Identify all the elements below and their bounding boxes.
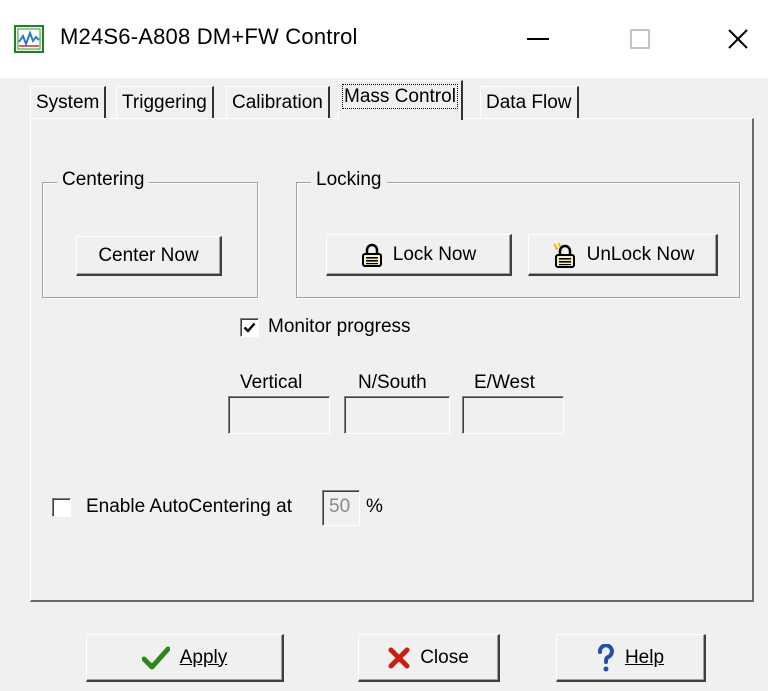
oscilloscope-app-icon [14,24,44,54]
question-mark-icon [597,643,614,671]
tab-mass-control[interactable]: Mass Control [338,80,463,120]
monitor-progress-label: Monitor progress [268,316,411,337]
vertical-field [228,396,330,434]
close-button[interactable]: Close [358,634,500,682]
minimize-button[interactable] [498,0,578,78]
x-cross-icon [388,647,410,668]
center-now-label: Center Now [98,244,199,266]
lock-now-label: Lock Now [392,243,477,265]
tab-label: System [36,92,100,113]
tab-calibration[interactable]: Calibration [226,86,330,122]
minimize-icon [527,38,549,40]
tab-triggering[interactable]: Triggering [116,86,214,122]
unlock-now-button[interactable]: UnLock Now [528,234,718,276]
padlock-closed-icon [361,243,382,267]
apply-label: Apply [179,646,228,668]
tab-system[interactable]: System [30,86,107,122]
north-south-field [344,396,450,434]
help-button[interactable]: Help [556,634,706,682]
tab-data-flow[interactable]: Data Flow [480,86,579,122]
tab-label: Triggering [122,92,207,113]
window-title: M24S6-A808 DM+FW Control [60,24,358,49]
close-window-button[interactable] [698,0,768,78]
title-bar: M24S6-A808 DM+FW Control [0,0,768,78]
east-west-field [462,396,564,434]
help-label: Help [624,646,665,668]
vertical-label: Vertical [240,372,303,393]
padlock-open-icon [552,242,575,268]
tab-label: Calibration [232,92,323,113]
unlock-now-label: UnLock Now [586,243,695,265]
checkmark-icon [141,646,170,669]
lock-now-button[interactable]: Lock Now [326,234,512,276]
center-now-button[interactable]: Center Now [76,236,222,276]
north-south-label: N/South [358,372,427,393]
east-west-label: E/West [474,372,535,393]
autocentering-percent-input[interactable]: 50 [322,490,360,526]
monitor-progress-checkbox[interactable] [240,318,259,337]
tab-label: Mass Control [342,84,458,109]
close-label: Close [420,646,469,668]
close-icon [728,29,748,49]
maximize-icon [630,29,650,49]
centering-group-label: Centering [57,169,150,191]
locking-group-label: Locking [311,169,387,191]
maximize-button[interactable] [600,0,680,78]
apply-button[interactable]: Apply [86,634,284,682]
enable-autocentering-label: Enable AutoCentering at [86,496,292,517]
enable-autocentering-checkbox[interactable] [52,498,71,517]
checkmark-icon [243,322,256,333]
tab-label: Data Flow [486,92,572,113]
percent-unit-label: % [366,496,383,517]
